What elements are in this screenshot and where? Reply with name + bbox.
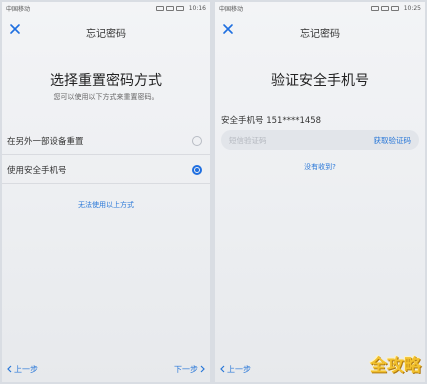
page-title: 选择重置密码方式 <box>50 73 162 89</box>
signal-icon <box>155 6 164 11</box>
nav-title: 忘记密码 <box>300 28 340 40</box>
carrier-label: 中国移动 <box>6 6 31 13</box>
option-label: 使用安全手机号 <box>7 165 67 176</box>
option-label: 在另外一部设备重置 <box>7 136 84 147</box>
page-title: 验证安全手机号 <box>271 73 369 89</box>
radio-selected[interactable] <box>192 164 202 175</box>
chevron-right-icon <box>200 365 205 373</box>
sms-code-field: 获取验证码 <box>221 130 419 150</box>
sms-code-input[interactable] <box>229 135 374 145</box>
status-icons: 10:16 <box>30 5 206 12</box>
close-icon[interactable] <box>8 22 22 36</box>
watermark-logo: 全攻略 <box>370 356 421 376</box>
secure-phone-line: 安全手机号 151****1458 <box>221 114 321 126</box>
left-screen: 中国移动 10:16 忘记密码 选择重置密码方式 您可以使用以下方式来重置密码。… <box>2 2 210 382</box>
prev-button[interactable]: 上一步 <box>219 364 251 375</box>
nav-bar: 忘记密码 <box>215 15 425 49</box>
chevron-left-icon <box>220 365 225 373</box>
next-label: 下一步 <box>174 364 198 374</box>
next-button[interactable]: 下一步 <box>174 364 206 375</box>
chevron-left-icon <box>7 365 12 373</box>
option-secure-phone[interactable]: 使用安全手机号 <box>2 156 210 184</box>
prev-label: 上一步 <box>14 364 38 374</box>
clock: 10:25 <box>403 5 421 12</box>
radio-unselected[interactable] <box>192 135 202 146</box>
wifi-icon <box>380 6 389 11</box>
cannot-use-link[interactable]: 无法使用以上方式 <box>2 200 210 210</box>
right-screen: 中国移动 10:25 忘记密码 验证安全手机号 安全手机号 151****145… <box>215 2 425 382</box>
phone-number: 151****1458 <box>266 116 322 126</box>
status-bar: 中国移动 10:25 <box>215 2 425 15</box>
wifi-icon <box>165 6 174 11</box>
close-icon[interactable] <box>221 22 235 36</box>
signal-icon <box>370 6 379 11</box>
battery-icon <box>390 6 399 11</box>
prev-button[interactable]: 上一步 <box>6 364 38 375</box>
prev-label: 上一步 <box>227 364 251 374</box>
not-received-link[interactable]: 没有收到? <box>215 162 425 172</box>
nav-bar: 忘记密码 <box>2 15 210 49</box>
page-subtitle: 您可以使用以下方式来重置密码。 <box>53 93 159 101</box>
battery-icon <box>175 6 184 11</box>
bottom-bar: 上一步 下一步 <box>2 362 210 376</box>
option-another-device[interactable]: 在另外一部设备重置 <box>2 127 210 155</box>
phone-label: 安全手机号 <box>221 116 264 126</box>
carrier-label: 中国移动 <box>219 6 244 13</box>
nav-title: 忘记密码 <box>86 28 126 40</box>
get-code-button[interactable]: 获取验证码 <box>374 135 412 146</box>
status-icons: 10:25 <box>243 5 421 12</box>
status-bar: 中国移动 10:16 <box>2 2 210 15</box>
clock: 10:16 <box>188 5 206 12</box>
